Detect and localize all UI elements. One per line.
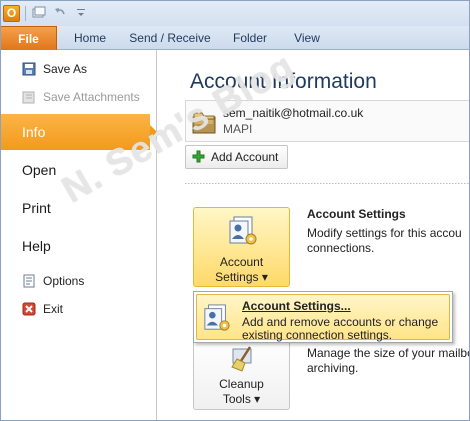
save-as-icon (22, 62, 36, 76)
account-settings-button[interactable]: Account Settings ▾ (193, 207, 290, 287)
account-settings-menu: Account Settings... Add and remove accou… (193, 291, 453, 343)
exit-button[interactable]: Exit (0, 296, 157, 322)
menu-item-account-settings[interactable]: Account Settings... Add and remove accou… (196, 294, 450, 342)
nav-item-print[interactable]: Print (0, 190, 157, 226)
account-settings-icon (228, 216, 258, 246)
tab-file[interactable]: File (0, 26, 57, 50)
account-settings-heading: Account Settings (307, 207, 406, 221)
ribbon-tabs: File Home Send / Receive Folder View (0, 26, 470, 50)
account-info-panel: Account Information sem_naitik@hotmail.c… (158, 50, 470, 421)
save-attachments-label: Save Attachments (43, 90, 140, 104)
toolbar-separator (25, 5, 26, 21)
undo-icon[interactable] (52, 5, 68, 21)
tab-folder[interactable]: Folder (227, 26, 273, 50)
options-label: Options (43, 274, 85, 288)
page-title: Account Information (190, 70, 377, 93)
exit-label: Exit (43, 302, 64, 316)
customize-toolbar-icon[interactable] (73, 5, 89, 21)
cleanup-description: Manage the size of your mailbo archiving… (307, 346, 470, 375)
section-divider (185, 183, 470, 184)
options-icon (22, 274, 36, 288)
nav-item-info[interactable]: Info (0, 114, 157, 150)
exit-icon (22, 302, 36, 316)
save-attachments-icon (22, 90, 36, 104)
add-account-label: Add Account (211, 150, 279, 164)
account-email: sem_naitik@hotmail.co.uk (223, 106, 364, 120)
save-as-button[interactable]: Save As (0, 56, 157, 82)
account-settings-label-1: Account (219, 255, 264, 269)
account-settings-menu-icon (203, 304, 231, 332)
cleanup-label-1: Cleanup (219, 377, 264, 391)
send-receive-icon[interactable] (31, 5, 47, 21)
outlook-logo-icon[interactable]: O (3, 4, 20, 22)
cleanup-label-2: Tools ▾ (222, 392, 261, 406)
menu-item-description: Add and remove accounts or change existi… (242, 315, 439, 342)
tab-view[interactable]: View (287, 26, 327, 50)
backstage-nav: Save As Save Attachments Info Open Print… (0, 50, 157, 421)
cleanup-tools-button[interactable]: Cleanup Tools ▾ (193, 338, 290, 410)
cleanup-broom-icon (228, 345, 258, 375)
quick-access-toolbar: O (0, 0, 470, 26)
options-button[interactable]: Options (0, 268, 157, 294)
nav-item-help[interactable]: Help (0, 228, 157, 264)
account-selector[interactable]: sem_naitik@hotmail.co.uk MAPI (185, 100, 470, 142)
account-type: MAPI (223, 122, 253, 136)
menu-item-title: Account Settings... (242, 299, 351, 313)
tab-send-receive[interactable]: Send / Receive (126, 26, 214, 50)
add-account-button[interactable]: Add Account (185, 145, 288, 169)
nav-item-open[interactable]: Open (0, 152, 157, 188)
tab-home[interactable]: Home (70, 26, 110, 50)
plus-icon (192, 150, 206, 164)
account-folder-icon (191, 107, 217, 135)
account-settings-label-2: Settings ▾ (215, 270, 268, 284)
save-attachments-button[interactable]: Save Attachments (0, 84, 157, 110)
save-as-label: Save As (43, 62, 88, 76)
account-settings-description: Modify settings for this accou connectio… (307, 226, 462, 255)
